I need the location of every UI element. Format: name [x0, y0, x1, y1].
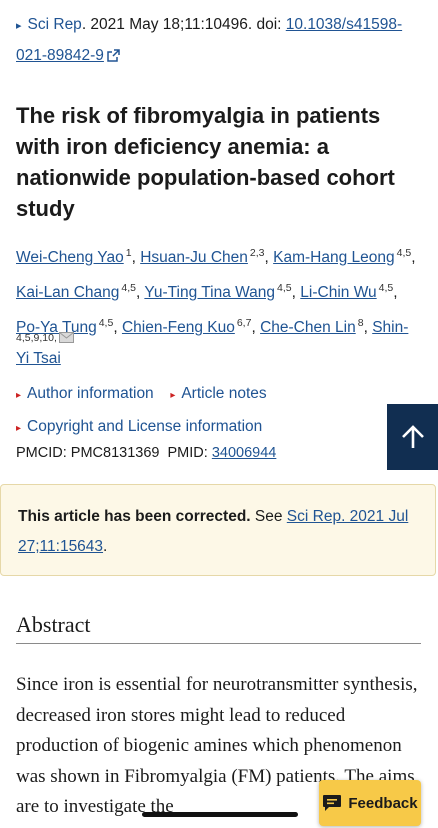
article-ids: PMCID: PMC8131369 PMID: 34006944 — [16, 440, 276, 466]
author-affiliation[interactable]: 4,5 — [379, 282, 394, 294]
author-affiliation[interactable]: 4,5 — [277, 282, 292, 294]
author-affiliation[interactable]: 6,7 — [237, 317, 252, 329]
email-icon[interactable] — [58, 332, 74, 343]
author-affiliation[interactable]: 4,5,9,10, — [16, 332, 57, 344]
triangle-icon: ▸ — [16, 423, 22, 434]
author-link[interactable]: Kam-Hang Leong — [273, 249, 395, 266]
article-title: The risk of fibromyalgia in patients wit… — [16, 103, 395, 221]
author-affiliation[interactable]: 1 — [126, 247, 132, 259]
author-link[interactable]: Kai-Lan Chang — [16, 284, 119, 301]
back-to-top-button[interactable] — [387, 404, 438, 470]
author-affiliation[interactable]: 4,5 — [99, 317, 114, 329]
article-notes-toggle[interactable]: Article notes — [181, 385, 266, 402]
author-link[interactable]: Hsuan-Ju Chen — [140, 249, 248, 266]
author-link[interactable]: Yu-Ting Tina Wang — [144, 284, 275, 301]
links-row-1: ▸ Author information ▸ Article notes — [16, 378, 267, 411]
pmcid-value: PMC8131369 — [70, 445, 160, 461]
abstract-heading: Abstract — [16, 610, 421, 644]
triangle-icon: ▸ — [16, 390, 22, 401]
copyright-toggle[interactable]: Copyright and License information — [27, 418, 262, 435]
feedback-label: Feedback — [348, 794, 418, 812]
author-information-toggle[interactable]: Author information — [27, 385, 154, 402]
author-list: Wei-Cheng Yao 1, Hsuan-Ju Chen 2,3, Kam-Ha… — [16, 247, 416, 368]
correction-see: See — [250, 508, 287, 525]
pmid-label: PMID: — [167, 445, 212, 461]
author-affiliation[interactable]: 8 — [358, 317, 364, 329]
article-info-links: ▸ Author information ▸ Article notes ▸ Copy… — [16, 378, 267, 444]
citation: ▸ Sci Rep. 2021 May 18;11:10496. doi: 10.… — [16, 10, 421, 71]
author-link[interactable]: Wei-Cheng Yao — [16, 249, 124, 266]
pmcid-label: PMCID: — [16, 445, 71, 461]
arrow-up-icon — [401, 425, 424, 448]
corresponding-affiliation: 4,5,9,10, — [16, 332, 74, 344]
correction-end: . — [103, 538, 108, 555]
feedback-button[interactable]: Feedback — [319, 780, 421, 826]
author-affiliation[interactable]: 4,5 — [121, 282, 136, 294]
author-link[interactable]: Li-Chin Wu — [300, 284, 376, 301]
author-link[interactable]: Chien-Feng Kuo — [122, 319, 235, 336]
author-link[interactable]: Che-Chen Lin — [260, 319, 356, 336]
external-link-icon — [107, 49, 120, 62]
journal-link[interactable]: Sci Rep — [28, 16, 82, 33]
citation-details: . 2021 May 18;11:10496. doi: — [81, 16, 286, 33]
triangle-icon: ▸ — [170, 390, 176, 401]
author-affiliation[interactable]: 2,3 — [250, 247, 265, 259]
correction-bold: This article has been corrected. — [18, 508, 251, 525]
home-indicator[interactable] — [142, 812, 298, 817]
triangle-icon: ▸ — [16, 20, 22, 32]
correction-text: This article has been corrected. See Sci… — [18, 502, 418, 562]
feedback-chat-icon — [323, 795, 342, 811]
pmid-link[interactable]: 34006944 — [212, 445, 277, 461]
correction-notice: This article has been corrected. See Sci… — [0, 484, 436, 576]
author-affiliation[interactable]: 4,5 — [397, 247, 412, 259]
